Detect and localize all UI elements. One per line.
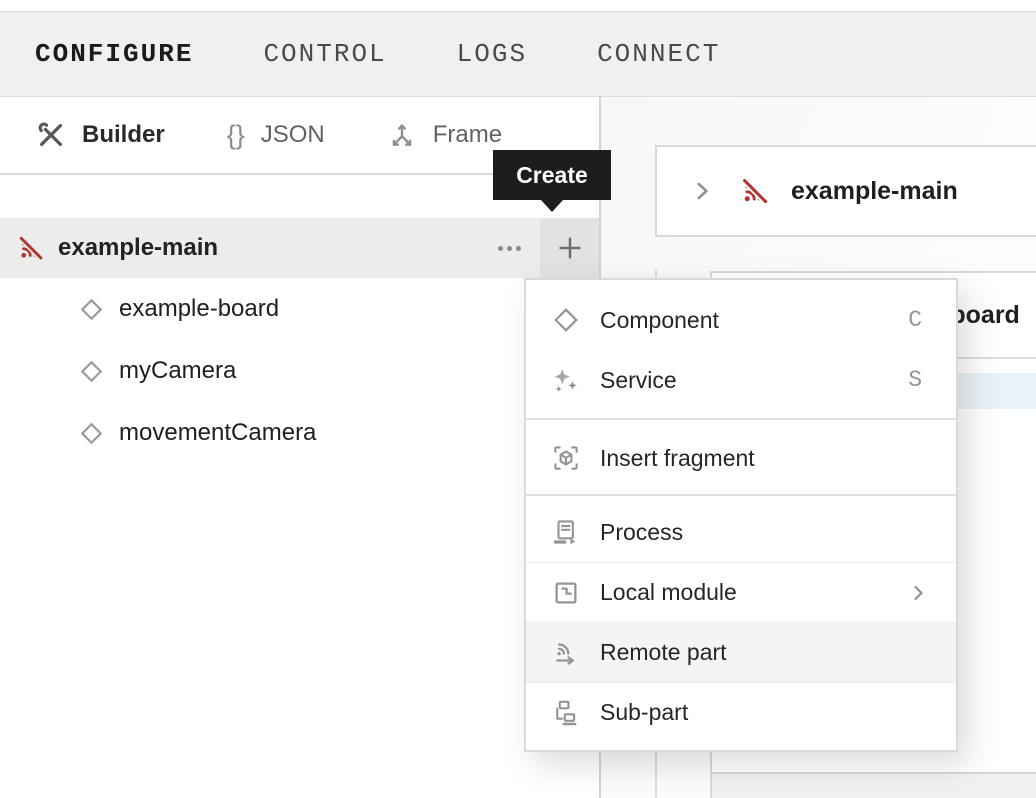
fragment-cube-icon: [551, 443, 581, 473]
main-nav: CONFIGURE CONTROL LOGS CONNECT: [0, 11, 1036, 97]
local-module-icon: [551, 578, 581, 608]
tab-connect[interactable]: CONNECT: [597, 39, 720, 69]
mode-frame-label: Frame: [433, 121, 502, 149]
tab-configure[interactable]: CONFIGURE: [35, 39, 193, 69]
component-diamond-icon: [551, 305, 581, 335]
tree-row-example-board[interactable]: example-board: [0, 278, 599, 340]
tree-row-movementCamera[interactable]: movementCamera: [0, 402, 599, 464]
braces-icon: {}: [227, 120, 245, 151]
menu-item-label: Insert fragment: [600, 445, 755, 472]
menu-item-label: Process: [600, 519, 683, 546]
sub-part-icon: [551, 698, 581, 728]
machine-row-actions: [486, 218, 599, 278]
card-title: example-main: [791, 177, 958, 206]
tools-icon: [36, 120, 66, 150]
resource-tree-panel: Builder {} JSON Frame: [0, 97, 599, 798]
menu-group-advanced: Process Local module: [526, 494, 956, 750]
tab-logs[interactable]: LOGS: [457, 39, 527, 69]
menu-item-label: Service: [600, 367, 677, 394]
tab-control[interactable]: CONTROL: [263, 39, 386, 69]
tooltip-arrow: [541, 200, 563, 212]
menu-item-insert-fragment[interactable]: Insert fragment: [526, 428, 956, 488]
mode-builder[interactable]: Builder: [36, 120, 165, 150]
more-options-icon: [498, 246, 503, 251]
viam-configure-page: CONFIGURE CONTROL LOGS CONNECT Builder {…: [0, 0, 1036, 798]
menu-item-label: Component: [600, 307, 719, 334]
card-example-main[interactable]: example-main: [655, 145, 1036, 237]
submenu-chevron-icon: [906, 581, 930, 605]
component-diamond-icon: [78, 420, 105, 447]
menu-item-component[interactable]: Component C: [526, 290, 956, 350]
plus-icon: [555, 233, 585, 263]
process-script-icon: [551, 517, 581, 547]
component-diamond-icon: [78, 358, 105, 385]
machine-offline-icon: [16, 233, 46, 263]
tree-row-example-main[interactable]: example-main: [0, 218, 599, 278]
child-name: myCamera: [119, 357, 236, 385]
menu-item-local-module[interactable]: Local module: [526, 562, 956, 622]
create-tooltip: Create: [493, 150, 611, 200]
top-strip: [0, 0, 1036, 11]
machine-offline-icon: [739, 175, 771, 207]
component-diamond-icon: [78, 296, 105, 323]
menu-item-service[interactable]: Service S: [526, 350, 956, 410]
remote-signal-icon: [551, 638, 581, 668]
create-resource-button[interactable]: [540, 218, 599, 278]
menu-item-label: Local module: [600, 579, 737, 606]
child-name: example-board: [119, 295, 279, 323]
more-options-button[interactable]: [486, 218, 532, 278]
card-footer: [712, 772, 1036, 798]
shortcut-key: C: [908, 307, 922, 333]
frame-axes-icon: [387, 120, 417, 150]
menu-item-label: Remote part: [600, 639, 727, 666]
menu-item-label: Sub-part: [600, 699, 688, 726]
service-sparkles-icon: [551, 365, 581, 395]
menu-group-fragment: Insert fragment: [526, 418, 956, 494]
machine-name: example-main: [58, 234, 218, 262]
menu-item-sub-part[interactable]: Sub-part: [526, 682, 956, 742]
shortcut-key: S: [908, 367, 922, 393]
mode-json-label: JSON: [261, 121, 325, 149]
child-name: movementCamera: [119, 419, 316, 447]
menu-item-process[interactable]: Process: [526, 502, 956, 562]
create-menu: Component C Service S: [524, 278, 958, 752]
menu-item-remote-part[interactable]: Remote part: [526, 622, 956, 682]
tree-row-myCamera[interactable]: myCamera: [0, 340, 599, 402]
create-tooltip-label: Create: [516, 162, 588, 189]
mode-json[interactable]: {} JSON: [227, 120, 325, 151]
machine-tree: example-main: [0, 218, 599, 464]
menu-group-resources: Component C Service S: [526, 280, 956, 418]
mode-frame[interactable]: Frame: [387, 120, 502, 150]
mode-builder-label: Builder: [82, 121, 165, 149]
chevron-right-icon[interactable]: [689, 178, 715, 204]
